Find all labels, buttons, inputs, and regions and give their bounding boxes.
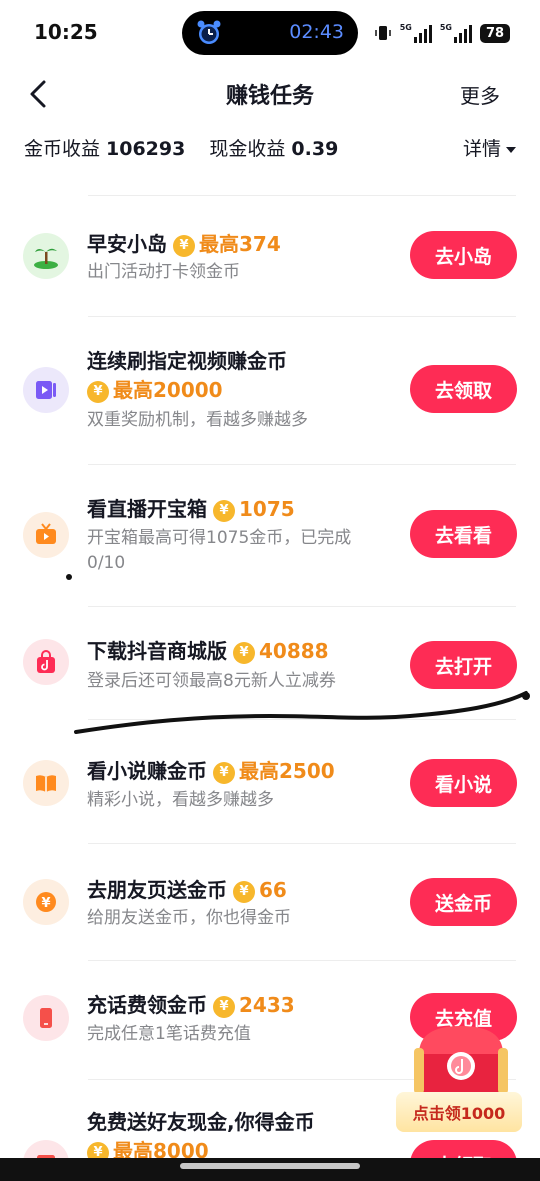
task-title: 下载抖音商城版 ¥40888: [87, 635, 329, 664]
task-reward: 最高2500: [239, 759, 335, 783]
task-icon-bg: [23, 995, 69, 1041]
task-reward: 最高8000: [113, 1139, 209, 1158]
task-reward: 66: [259, 878, 287, 902]
task-title-text: 看小说赚金币: [87, 759, 207, 783]
status-icons: 5G 5G 78: [374, 22, 510, 44]
task-description: 开宝箱最高可得1075金币，已完成0/10: [87, 528, 352, 573]
task-icon-bg: [23, 1140, 69, 1158]
task-reward: 40888: [259, 639, 329, 663]
coin-earnings-value: 106293: [106, 138, 186, 160]
task-title-text: 早安小岛: [87, 232, 167, 256]
more-button[interactable]: 更多: [460, 80, 500, 109]
claim-button[interactable]: 去领取: [410, 365, 517, 413]
floating-claim-label: 点击领1000: [396, 1092, 522, 1132]
task-icon-bg: [23, 760, 69, 806]
task-item: 看小说赚金币 ¥ 最高2500 精彩小说，看越多赚越多 看小说: [0, 720, 540, 844]
task-description: 精彩小说，看越多赚越多: [87, 790, 274, 810]
svg-text:¥: ¥: [41, 896, 50, 911]
floating-treasure-widget[interactable]: 点击领1000: [396, 1022, 522, 1134]
task-title: 充话费领金币 ¥2433: [87, 989, 295, 1018]
caret-down-icon: [506, 146, 516, 153]
signal-icon: 5G: [400, 23, 432, 43]
task-item: 下载抖音商城版 ¥40888 登录后还可领最高8元新人立减券 去打开: [0, 607, 540, 720]
battery-icon: 78: [480, 23, 510, 43]
coin-earnings-label: 金币收益: [24, 138, 101, 160]
network-type-label: 5G: [399, 23, 412, 32]
cash-earnings-label: 现金收益: [209, 138, 286, 160]
cash-envelope-icon: [37, 1155, 55, 1158]
go-island-button[interactable]: 去小岛: [410, 231, 517, 279]
task-title-text: 充话费领金币: [87, 993, 207, 1017]
coin-icon: ¥: [213, 762, 235, 784]
task-reward: 1075: [239, 497, 295, 521]
claim-button[interactable]: 去领取: [410, 1140, 517, 1158]
task-item: 连续刷指定视频赚金币 ¥ 最高20000 双重奖励机制，看越多赚越多 去领取: [0, 317, 540, 465]
bottom-bar: [0, 1158, 540, 1181]
shopping-bag-icon: [37, 650, 55, 673]
phone-icon: [40, 1008, 52, 1028]
cash-earnings-value: 0.39: [291, 138, 339, 160]
task-description: 给朋友送金币，你也得金币: [87, 908, 291, 928]
task-title: 连续刷指定视频赚金币: [87, 349, 287, 373]
coin-gift-icon: ¥: [36, 892, 56, 912]
coin-icon: ¥: [173, 235, 195, 257]
task-reward-line: ¥ 最高8000: [81, 1135, 209, 1158]
task-title: 去朋友页送金币 ¥66: [87, 874, 287, 903]
timer-readout: 02:43: [289, 21, 344, 43]
vibrate-icon: [374, 26, 391, 40]
task-description: 完成任意1笔话费充值: [87, 1024, 251, 1044]
task-reward: 最高20000: [113, 378, 223, 402]
tv-icon: [36, 523, 56, 544]
coin-icon: ¥: [87, 1142, 109, 1158]
task-title: 看小说赚金币 ¥ 最高2500: [87, 755, 335, 784]
home-indicator[interactable]: [180, 1163, 360, 1169]
task-reward: 最高374: [199, 232, 281, 256]
video-icon: [36, 381, 56, 399]
task-title: 免费送好友现金,你得金币: [87, 1110, 315, 1134]
task-icon-bg: [23, 639, 69, 685]
network-type-label-2: 5G: [439, 23, 452, 32]
task-icon-bg: [23, 512, 69, 558]
send-coins-button[interactable]: 送金币: [410, 878, 517, 926]
task-description: 双重奖励机制，看越多赚越多: [87, 410, 308, 430]
task-description: 出门活动打卡领金币: [87, 262, 240, 282]
task-title-text: 去朋友页送金币: [87, 878, 227, 902]
detail-label: 详情: [462, 138, 501, 160]
task-reward-line: ¥ 最高20000: [81, 374, 223, 403]
task-title-text: 看直播开宝箱: [87, 497, 207, 521]
status-bar: 10:25 02:43 5G 5G 78: [0, 0, 540, 66]
island-icon: [34, 248, 58, 269]
task-title: 早安小岛 ¥ 最高374: [87, 228, 281, 257]
task-item: ¥ 去朋友页送金币 ¥66 给朋友送金币，你也得金币 送金币: [0, 844, 540, 961]
coin-icon: ¥: [213, 500, 235, 522]
read-novel-button[interactable]: 看小说: [410, 759, 517, 807]
navbar: 赚钱任务 更多: [0, 66, 540, 122]
signal-icon-2: 5G: [440, 23, 472, 43]
alarm-clock-icon: [197, 20, 221, 44]
task-icon-bg: [23, 367, 69, 413]
task-reward: 2433: [239, 993, 295, 1017]
coin-icon: ¥: [87, 381, 109, 403]
task-icon-bg: [23, 233, 69, 279]
book-icon: [36, 775, 56, 792]
task-title-text: 下载抖音商城版: [87, 639, 227, 663]
task-icon-bg: ¥: [23, 879, 69, 925]
task-title: 看直播开宝箱 ¥1075: [87, 493, 295, 522]
watch-button[interactable]: 去看看: [410, 510, 517, 558]
detail-dropdown[interactable]: 详情: [463, 134, 516, 161]
earnings-summary: 金币收益 106293 现金收益 0.39 详情: [24, 134, 516, 166]
coin-icon: ¥: [213, 996, 235, 1018]
open-button[interactable]: 去打开: [410, 641, 517, 689]
dynamic-island: 02:43: [182, 11, 358, 55]
coin-icon: ¥: [233, 881, 255, 903]
coin-icon: ¥: [233, 642, 255, 664]
treasure-chest-icon: [414, 1026, 508, 1096]
task-description: 登录后还可领最高8元新人立减券: [87, 671, 336, 691]
page-title: 赚钱任务: [225, 84, 314, 109]
task-item: 早安小岛 ¥ 最高374 出门活动打卡领金币 去小岛: [0, 196, 540, 317]
status-time: 10:25: [34, 20, 98, 44]
task-item: 看直播开宝箱 ¥1075 开宝箱最高可得1075金币，已完成0/10 去看看: [0, 465, 540, 607]
